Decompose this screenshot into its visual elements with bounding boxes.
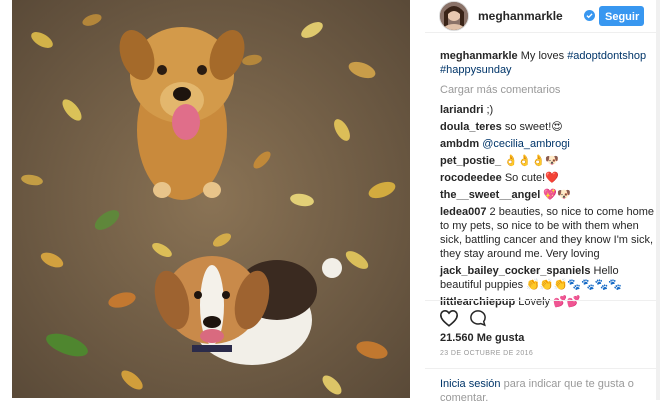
- comment-username[interactable]: doula_teres: [440, 121, 502, 133]
- mention-link[interactable]: @cecilia_ambrogi: [482, 138, 570, 150]
- comment-username[interactable]: the__sweet__angel: [440, 189, 540, 201]
- post-sidebar: meghanmarkle Seguir meghanmarkle My love…: [425, 0, 656, 404]
- hashtag-link[interactable]: #adoptdontshop: [567, 50, 646, 62]
- login-prompt: Inicia sesión para indicar que te gusta …: [425, 368, 656, 404]
- likes-count[interactable]: 21.560 Me gusta: [440, 332, 524, 344]
- caption-text: My loves: [520, 50, 565, 62]
- verified-badge-icon: [584, 10, 595, 21]
- caption-username[interactable]: meghanmarkle: [440, 50, 518, 62]
- comment-item: jack_bailey_cocker_spaniels Hello beauti…: [440, 264, 655, 292]
- heart-icon[interactable]: [439, 309, 459, 327]
- post-photo[interactable]: [12, 0, 410, 398]
- header-username[interactable]: meghanmarkle: [478, 9, 563, 23]
- post-caption: meghanmarkle My loves #adoptdontshop #ha…: [440, 49, 655, 77]
- comment-item: doula_teres so sweet!😍: [440, 120, 655, 134]
- comment-item: pet_postie_ 👌👌👌🐶: [440, 154, 655, 168]
- avatar-image: [440, 2, 468, 30]
- scrollbar[interactable]: [656, 0, 660, 400]
- comment-item: rocodeedee So cute!❤️: [440, 171, 655, 185]
- comment-item: lariandri ;): [440, 103, 655, 117]
- comment-text: 👌👌👌🐶: [504, 155, 559, 167]
- instagram-post: meghanmarkle Seguir meghanmarkle My love…: [0, 0, 657, 404]
- comment-username[interactable]: lariandri: [440, 104, 483, 116]
- comments-list: meghanmarkle My loves #adoptdontshop #ha…: [440, 49, 655, 308]
- comment-item: ledea007 2 beauties, so nice to come hom…: [440, 205, 655, 261]
- load-more-comments-link[interactable]: Cargar más comentarios: [440, 83, 655, 97]
- post-actions: [425, 300, 656, 333]
- comment-bubble-icon[interactable]: [469, 309, 487, 327]
- comment-username[interactable]: jack_bailey_cocker_spaniels: [440, 265, 590, 277]
- comment-item: ambdm @cecilia_ambrogi: [440, 137, 655, 151]
- comment-text: ;): [486, 104, 494, 116]
- comment-username[interactable]: rocodeedee: [440, 172, 502, 184]
- post-date: 23 DE OCTUBRE DE 2016: [440, 350, 534, 357]
- comment-item: the__sweet__angel 💖🐶: [440, 188, 655, 202]
- comment-username[interactable]: pet_postie_: [440, 155, 501, 167]
- post-header: meghanmarkle Seguir: [425, 0, 656, 33]
- comment-text: So cute!❤️: [504, 172, 559, 184]
- comment-text: 💖🐶: [543, 189, 571, 201]
- login-link[interactable]: Inicia sesión: [440, 378, 501, 390]
- comment-username[interactable]: ambdm: [440, 138, 479, 150]
- dogs-photo-image: [12, 0, 410, 398]
- avatar[interactable]: [439, 1, 469, 31]
- login-prompt-text: Inicia sesión para indicar que te gusta …: [440, 377, 645, 405]
- comment-text: so sweet!😍: [504, 121, 563, 133]
- comment-username[interactable]: ledea007: [440, 206, 486, 218]
- hashtag-link[interactable]: #happysunday: [440, 64, 512, 76]
- follow-button[interactable]: Seguir: [599, 6, 644, 26]
